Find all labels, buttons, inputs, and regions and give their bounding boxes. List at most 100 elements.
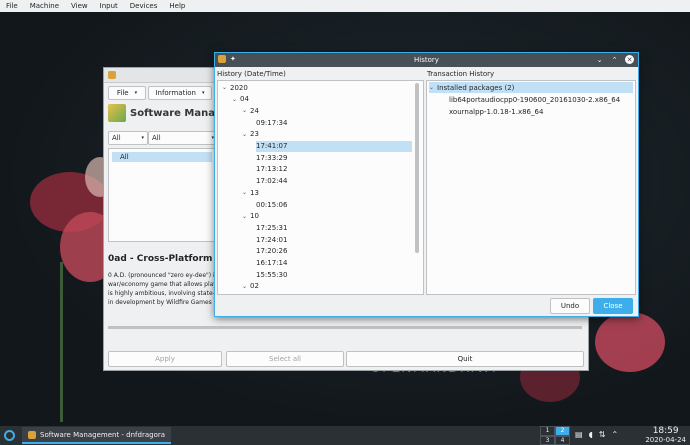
history-label: History (Date/Time) — [217, 70, 286, 78]
app-icon — [108, 71, 116, 79]
chevron-down-icon[interactable]: ⌄ — [242, 189, 250, 196]
chevron-down-icon[interactable]: ⌄ — [242, 131, 250, 138]
tree-label: 02 — [250, 282, 259, 291]
dialog-title: History — [414, 56, 439, 64]
history-entry[interactable]: 17:20:26 — [256, 246, 287, 257]
filter-combo-2[interactable]: All ▾ — [148, 131, 218, 145]
history-entry[interactable]: 17:41:07 — [256, 140, 412, 152]
start-menu-button[interactable] — [0, 426, 18, 445]
history-entry[interactable]: 17:25:31 — [256, 222, 287, 233]
desktop-3[interactable]: 3 — [540, 435, 555, 445]
package-description: 0 A.D. (pronounced "zero ey-dee") is war… — [108, 271, 222, 307]
tree-label: 09:17:34 — [256, 118, 288, 127]
tree-label: 00:15:06 — [256, 200, 288, 209]
flower-petal — [595, 312, 665, 372]
filter2-value: All — [152, 134, 161, 142]
filter1-value: All — [112, 134, 121, 142]
chevron-down-icon: ▾ — [141, 135, 144, 141]
chevron-down-icon[interactable]: ⌄ — [242, 283, 250, 290]
tree-label: 17:20:26 — [256, 247, 288, 256]
app-icon — [218, 55, 226, 63]
tree-label: 17:33:29 — [256, 153, 288, 162]
information-menu-button[interactable]: Information ▾ — [148, 86, 212, 100]
tree-label: 13 — [250, 188, 259, 197]
chevron-down-icon[interactable]: ⌄ — [242, 213, 250, 220]
menu-machine[interactable]: Machine — [24, 2, 65, 10]
menu-help[interactable]: Help — [163, 2, 191, 10]
history-entry[interactable]: 10:54:47 — [256, 293, 287, 295]
history-group[interactable]: ⌄ 04 — [232, 94, 249, 105]
history-entry[interactable]: 17:24:01 — [256, 234, 287, 245]
chevron-down-icon: ⌄ — [429, 84, 435, 91]
history-group[interactable]: ⌄ 10 — [242, 211, 259, 222]
chevron-down-icon[interactable]: ⌄ — [242, 107, 250, 114]
undo-button[interactable]: Undo — [550, 298, 590, 314]
flower-stem — [60, 262, 63, 422]
history-group[interactable]: ⌄ 02 — [242, 281, 259, 292]
clock-date: 2020-04-24 — [645, 436, 686, 444]
package-icon — [108, 104, 126, 122]
history-entry[interactable]: 17:33:29 — [256, 152, 287, 163]
transaction-item[interactable]: xournalpp-1.0.18-1.x86_64 — [449, 106, 543, 117]
close-button[interactable]: Close — [593, 298, 633, 314]
history-entry[interactable]: 00:15:06 — [256, 199, 287, 210]
history-entry[interactable]: 15:55:30 — [256, 269, 287, 280]
transaction-root-label: Installed packages (2) — [437, 83, 515, 92]
tree-label: 15:55:30 — [256, 270, 288, 279]
tree-label: 17:13:12 — [256, 165, 288, 174]
network-icon[interactable]: ⇅ — [599, 430, 606, 439]
file-menu-button[interactable]: File ▾ — [108, 86, 146, 100]
history-entry[interactable]: 16:17:14 — [256, 258, 287, 269]
tree-scrollbar[interactable] — [415, 83, 419, 253]
chevron-down-icon[interactable]: ⌄ — [595, 55, 604, 64]
dialog-titlebar: ✦ History ⌄ ⌃ ✕ — [215, 53, 638, 67]
history-group[interactable]: ⌄ 2020 — [222, 82, 248, 93]
history-tree[interactable]: ⌄ 2020 ⌄ 04 ⌄ 24 09:17:34 ⌄ 23 17:41:07 17:33:29 17… — [217, 80, 424, 295]
desktop-2[interactable]: 2 — [555, 426, 570, 436]
clipboard-icon[interactable]: ▤ — [575, 430, 583, 439]
history-entry[interactable]: 17:02:44 — [256, 176, 287, 187]
system-tray: ▤ ◖ ⇅ ⌃ — [575, 430, 618, 439]
digital-clock[interactable]: 18:59 2020-04-24 — [645, 427, 686, 445]
transaction-root-row[interactable]: ⌄ Installed packages (2) — [429, 82, 633, 93]
virtual-desktop-pager[interactable]: 1 2 3 4 — [540, 426, 570, 445]
start-icon — [3, 430, 15, 441]
transaction-item[interactable]: lib64portaudiocpp0-190600_20161030-2.x86… — [449, 94, 620, 105]
menu-file[interactable]: File — [0, 2, 24, 10]
menu-input[interactable]: Input — [94, 2, 124, 10]
category-item-all[interactable]: All — [112, 152, 212, 162]
history-group[interactable]: ⌄ 13 — [242, 187, 259, 198]
tree-label: 17:02:44 — [256, 177, 288, 186]
history-group[interactable]: ⌄ 23 — [242, 129, 259, 140]
history-group[interactable]: ⌄ 24 — [242, 105, 259, 116]
tree-label: 10 — [250, 212, 259, 221]
quit-button[interactable]: Quit — [346, 351, 584, 367]
desc-line: 0 A.D. (pronounced "zero ey-dee") is — [108, 272, 218, 279]
chevron-up-icon[interactable]: ⌃ — [611, 430, 618, 439]
history-entry[interactable]: 09:17:34 — [256, 117, 287, 128]
file-button-label: File — [116, 89, 129, 97]
desktop-4[interactable]: 4 — [555, 435, 570, 445]
filter-combo-1[interactable]: All ▾ — [108, 131, 148, 145]
tree-label: 16:17:14 — [256, 259, 288, 267]
information-button-label: Information — [155, 89, 196, 97]
tree-label: 04 — [240, 95, 249, 104]
transaction-tree[interactable]: ⌄ Installed packages (2) lib64portaudioc… — [426, 80, 636, 295]
menu-devices[interactable]: Devices — [124, 2, 164, 10]
volume-icon[interactable]: ◖ — [589, 430, 593, 439]
chevron-down-icon[interactable]: ⌄ — [232, 96, 240, 103]
task-software-management[interactable]: Software Management - dnfdragora — [22, 427, 172, 444]
apply-button[interactable]: Apply — [108, 351, 222, 367]
menu-view[interactable]: View — [65, 2, 94, 10]
chevron-up-icon[interactable]: ⌃ — [610, 55, 619, 64]
history-entry[interactable]: 17:13:12 — [256, 164, 287, 175]
transaction-label: Transaction History — [427, 70, 495, 78]
desc-line: in development by Wildfire Games (W — [108, 299, 222, 306]
close-icon[interactable]: ✕ — [625, 55, 634, 64]
pin-icon[interactable]: ✦ — [230, 55, 236, 63]
clock-time: 18:59 — [652, 426, 679, 436]
chevron-down-icon[interactable]: ⌄ — [222, 84, 230, 91]
desktop-1[interactable]: 1 — [540, 426, 555, 436]
select-all-button[interactable]: Select all — [226, 351, 344, 367]
tree-label: 10:54:47 — [256, 294, 287, 295]
